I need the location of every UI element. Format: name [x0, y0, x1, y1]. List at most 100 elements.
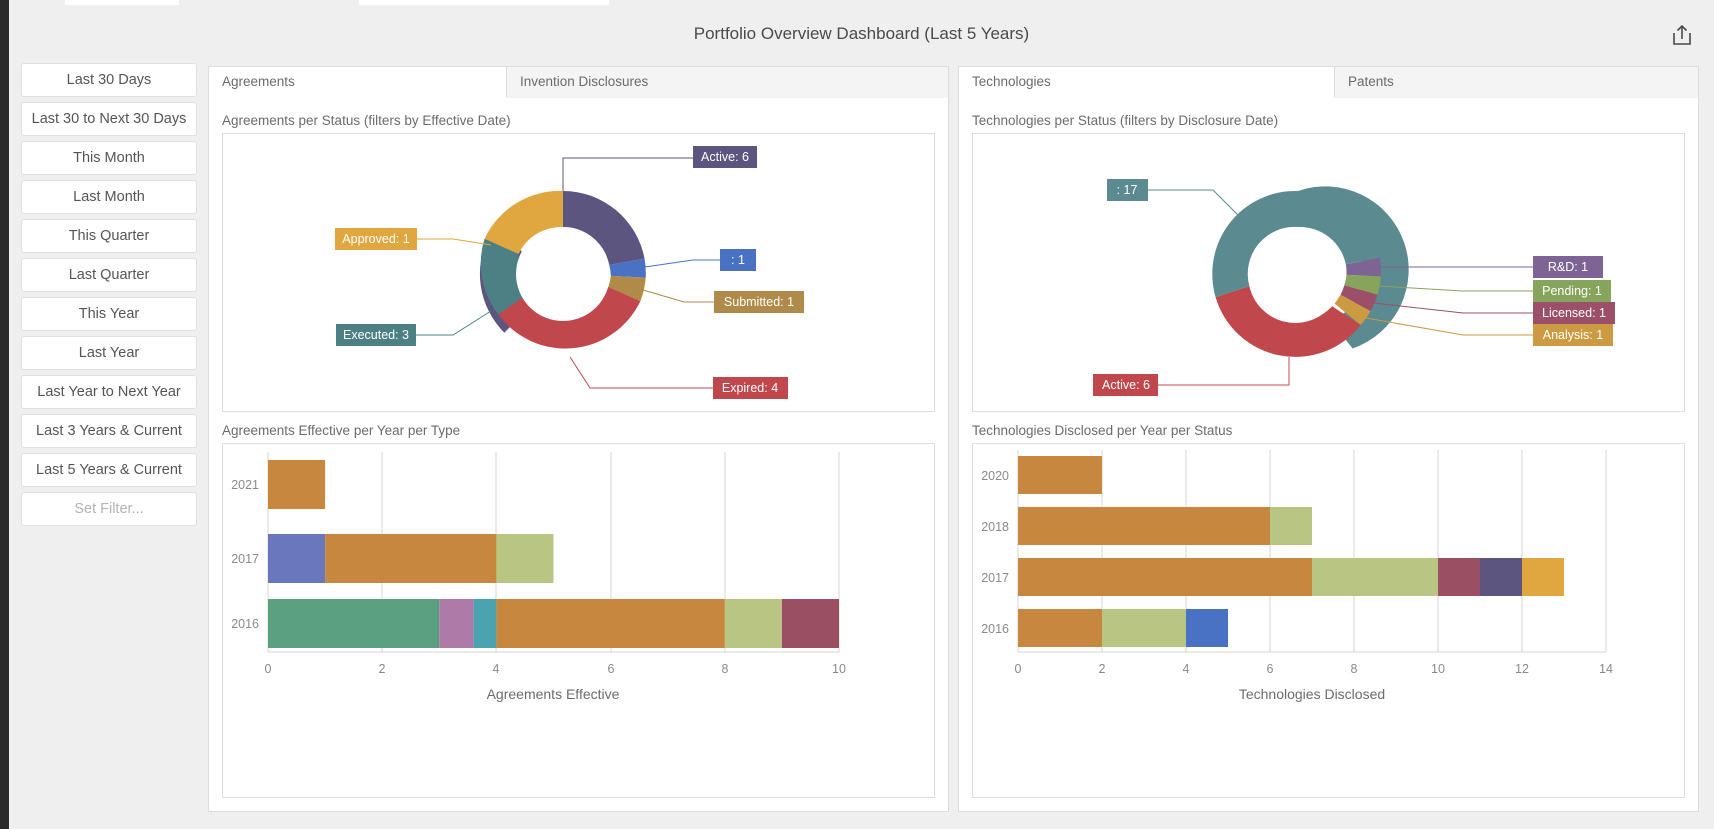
donut-label-submitted-text: Submitted: 1 [724, 295, 794, 309]
tab-technologies[interactable]: Technologies [959, 67, 1335, 98]
bar-segment [1018, 558, 1312, 596]
leader-executed [409, 310, 492, 336]
donut-label-submitted[interactable]: Submitted: 1 [714, 291, 804, 313]
donut-label-approved[interactable]: Approved: 1 [335, 228, 417, 250]
filter-last-year-to-next-year[interactable]: Last Year to Next Year [21, 375, 197, 409]
leader-approved [409, 238, 492, 246]
leader-expired [569, 356, 713, 389]
donut-label-executed-text: Executed: 3 [343, 328, 409, 342]
tab-agreements[interactable]: Agreements [209, 67, 507, 98]
donut-label-blank[interactable]: : 1 [720, 249, 756, 271]
bar-segment [1018, 507, 1270, 545]
bar-segment [1312, 558, 1438, 596]
agreements-donut-frame: Active: 6 : 1 Submitted: 1 Expired: 4 Ex… [222, 133, 935, 412]
tab-invention-disclosures[interactable]: Invention Disclosures [507, 67, 948, 98]
bar-segment [1270, 507, 1312, 545]
agreements-bars-frame: 2021 2017 2016 0 2 4 6 8 10 Agreements E… [222, 443, 935, 798]
bar-row-2016[interactable] [268, 599, 839, 648]
donut-label-pending[interactable]: Pending: 1 [1533, 280, 1611, 302]
filter-last-5-years-current[interactable]: Last 5 Years & Current [21, 453, 197, 487]
technologies-panel: Technologies Patents Technologies per St… [958, 66, 1699, 812]
donut-label-active-text: Active: 6 [701, 150, 749, 164]
donut-paths[interactable] [1212, 186, 1409, 357]
donut-label-expired-text: Expired: 4 [722, 381, 778, 395]
filter-last-month[interactable]: Last Month [21, 180, 197, 214]
bar-row-2016[interactable] [1018, 609, 1228, 647]
page-title: Portfolio Overview Dashboard (Last 5 Yea… [693, 24, 1030, 43]
donut-label-rnd-text: R&D: 1 [1548, 260, 1588, 274]
x-tick-14: 14 [1599, 662, 1613, 676]
bar-segment [1438, 558, 1480, 596]
x-tick-6: 6 [1267, 662, 1274, 676]
donut-label-expired[interactable]: Expired: 4 [713, 377, 788, 399]
bar-y-axis-labels: 2021 2017 2016 [231, 478, 259, 631]
technologies-donut-frame: : 17 R&D: 1 Pending: 1 Licensed: 1 Analy… [972, 133, 1685, 412]
bar-row-2020[interactable] [1018, 456, 1102, 494]
bar-segment [1522, 558, 1564, 596]
x-tick-10: 10 [1431, 662, 1445, 676]
technologies-per-status-donut[interactable]: : 17 R&D: 1 Pending: 1 Licensed: 1 Analy… [973, 134, 1686, 411]
donut-label-active[interactable]: Active: 6 [693, 146, 757, 168]
dashboard-header: Portfolio Overview Dashboard (Last 5 Yea… [9, 5, 1714, 63]
leader-blank-17 [1143, 189, 1240, 217]
bar-segment [268, 460, 326, 509]
x-tick-0: 0 [265, 662, 272, 676]
x-tick-4: 4 [1183, 662, 1190, 676]
bar-segment [1480, 558, 1522, 596]
y-tick-2016: 2016 [231, 617, 259, 631]
window-left-rail [0, 0, 9, 829]
bar-row-2017[interactable] [1018, 558, 1564, 596]
filter-this-year[interactable]: This Year [21, 297, 197, 331]
donut-label-active-text: Active: 6 [1102, 378, 1150, 392]
filter-last-year[interactable]: Last Year [21, 336, 197, 370]
x-tick-4: 4 [493, 662, 500, 676]
bar-segment [325, 534, 497, 583]
agreements-donut-block: Agreements per Status (filters by Effect… [209, 109, 948, 414]
leader-submitted [642, 289, 714, 303]
donut-label-pending-text: Pending: 1 [1542, 284, 1602, 298]
bar-row-2017[interactable] [268, 534, 554, 583]
filter-last-3-years-current[interactable]: Last 3 Years & Current [21, 414, 197, 448]
donut-label-active[interactable]: Active: 6 [1093, 374, 1158, 396]
agreements-effective-bar-chart[interactable]: 2021 2017 2016 0 2 4 6 8 10 Agreements E… [223, 444, 936, 797]
bar-row-2021[interactable] [268, 460, 326, 509]
bar-x-axis-labels: 0 2 4 6 8 10 [265, 662, 846, 676]
y-tick-2017: 2017 [981, 571, 1009, 585]
bar-segment [1018, 609, 1102, 647]
x-tick-8: 8 [1351, 662, 1358, 676]
technologies-bars-frame: 2020 2018 2017 2016 0 2 4 6 8 10 12 14 T… [972, 443, 1685, 798]
tab-patents[interactable]: Patents [1335, 67, 1698, 98]
x-tick-12: 12 [1515, 662, 1529, 676]
dashboard-root: Portfolio Overview Dashboard (Last 5 Yea… [0, 0, 1714, 829]
bar-segment [781, 599, 839, 648]
agreements-per-status-donut[interactable]: Active: 6 : 1 Submitted: 1 Expired: 4 Ex… [223, 134, 936, 411]
donut-label-blank[interactable]: : 17 [1107, 179, 1148, 201]
technologies-donut-block: Technologies per Status (filters by Disc… [959, 109, 1698, 414]
leader-active [1158, 357, 1290, 386]
x-tick-8: 8 [722, 662, 729, 676]
bar-segment [724, 599, 782, 648]
leader-blank [644, 259, 720, 268]
bar-y-axis-labels: 2020 2018 2017 2016 [981, 469, 1009, 636]
y-tick-2018: 2018 [981, 520, 1009, 534]
filter-last-30-days[interactable]: Last 30 Days [21, 63, 197, 97]
filter-this-quarter[interactable]: This Quarter [21, 219, 197, 253]
donut-label-executed[interactable]: Executed: 3 [336, 324, 416, 346]
donut-label-rnd[interactable]: R&D: 1 [1533, 256, 1603, 278]
donut-label-analysis[interactable]: Analysis: 1 [1533, 324, 1613, 346]
bar-row-2018[interactable] [1018, 507, 1312, 545]
x-axis-title: Technologies Disclosed [1239, 686, 1385, 702]
technologies-donut-caption: Technologies per Status (filters by Disc… [972, 113, 1279, 128]
set-filter-button[interactable]: Set Filter... [21, 492, 197, 526]
export-share-icon[interactable] [1670, 23, 1694, 47]
agreements-donut-caption: Agreements per Status (filters by Effect… [222, 113, 511, 128]
filter-last-30-to-next-30-days[interactable]: Last 30 to Next 30 Days [21, 102, 197, 136]
bar-segment [473, 599, 497, 648]
y-tick-2017: 2017 [231, 552, 259, 566]
filter-last-quarter[interactable]: Last Quarter [21, 258, 197, 292]
y-tick-2020: 2020 [981, 469, 1009, 483]
donut-label-licensed[interactable]: Licensed: 1 [1533, 302, 1615, 324]
filter-this-month[interactable]: This Month [21, 141, 197, 175]
bar-segment [268, 599, 440, 648]
technologies-disclosed-bar-chart[interactable]: 2020 2018 2017 2016 0 2 4 6 8 10 12 14 T… [973, 444, 1686, 797]
